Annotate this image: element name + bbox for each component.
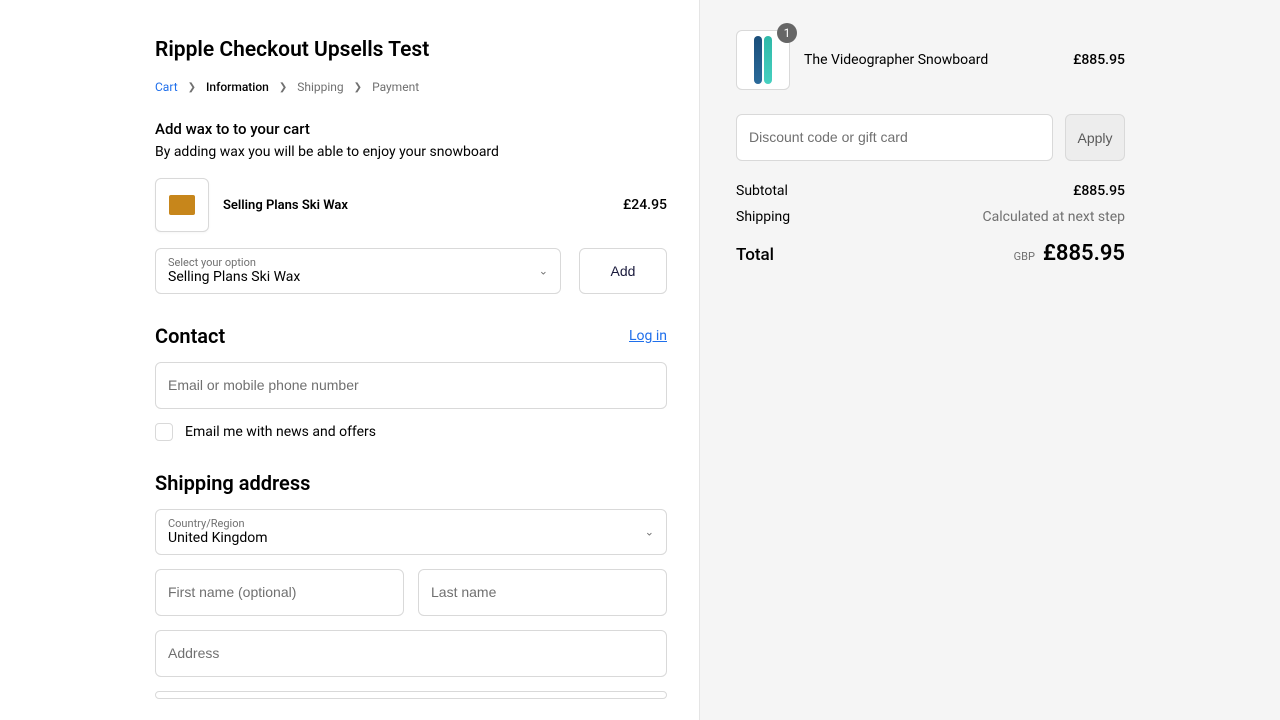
upsell-option-select[interactable]: Select your option Selling Plans Ski Wax…: [155, 248, 561, 294]
country-label: Country/Region: [168, 517, 654, 530]
upsell-subtitle: By adding wax you will be able to enjoy …: [155, 144, 699, 160]
upsell-select-value: Selling Plans Ski Wax: [168, 269, 548, 285]
add-button[interactable]: Add: [579, 248, 667, 294]
checkout-main: Ripple Checkout Upsells Test Cart ❯ Info…: [0, 0, 700, 720]
total-amount: £885.95: [1043, 241, 1125, 266]
news-offers-row: Email me with news and offers: [155, 423, 699, 441]
shipping-cost-row: Shipping Calculated at next step: [736, 209, 1125, 225]
quantity-badge: 1: [777, 23, 797, 43]
shipping-cost-value: Calculated at next step: [983, 209, 1125, 225]
upsell-product-price: £24.95: [623, 197, 667, 213]
breadcrumb-cart[interactable]: Cart: [155, 80, 178, 94]
chevron-right-icon: ❯: [354, 82, 362, 93]
cart-item-price: £885.95: [1073, 52, 1125, 68]
discount-field[interactable]: [749, 129, 1040, 145]
country-select[interactable]: Country/Region United Kingdom ⌄: [155, 509, 667, 555]
subtotal-value: £885.95: [1073, 183, 1125, 199]
cart-item: 1 The Videographer Snowboard £885.95: [736, 30, 1125, 90]
breadcrumb-shipping: Shipping: [297, 80, 343, 94]
last-name-field-wrapper: [418, 569, 667, 616]
cart-item-name: The Videographer Snowboard: [804, 52, 1059, 68]
chevron-down-icon: ⌄: [539, 265, 548, 278]
shipping-heading: Shipping address: [155, 471, 699, 495]
discount-field-wrapper: [736, 114, 1053, 161]
email-field-wrapper: [155, 362, 667, 409]
login-link[interactable]: Log in: [629, 328, 667, 344]
subtotal-row: Subtotal £885.95: [736, 183, 1125, 199]
apply-button[interactable]: Apply: [1065, 114, 1125, 161]
snowboard-icon: [764, 36, 772, 84]
email-field[interactable]: [168, 377, 654, 393]
chevron-right-icon: ❯: [279, 82, 287, 93]
page-title: Ripple Checkout Upsells Test: [155, 38, 699, 62]
last-name-field[interactable]: [431, 584, 654, 600]
snowboard-icon: [754, 36, 762, 84]
first-name-field-wrapper: [155, 569, 404, 616]
first-name-field[interactable]: [168, 584, 391, 600]
total-currency: GBP: [1014, 250, 1035, 263]
contact-heading: Contact: [155, 324, 225, 348]
address-field[interactable]: [168, 645, 654, 661]
breadcrumb-payment: Payment: [372, 80, 419, 94]
address-field-wrapper: [155, 630, 667, 677]
news-offers-label: Email me with news and offers: [185, 424, 376, 440]
cart-item-thumbnail: 1: [736, 30, 790, 90]
news-offers-checkbox[interactable]: [155, 423, 173, 441]
subtotal-label: Subtotal: [736, 183, 788, 199]
chevron-down-icon: ⌄: [645, 526, 654, 539]
total-row: Total GBP £885.95: [736, 241, 1125, 266]
order-summary: 1 The Videographer Snowboard £885.95 App…: [700, 0, 1280, 720]
country-value: United Kingdom: [168, 530, 654, 546]
upsell-select-label: Select your option: [168, 256, 548, 269]
upsell-title: Add wax to to your cart: [155, 120, 699, 138]
upsell-product-row: Selling Plans Ski Wax £24.95: [155, 178, 667, 232]
shipping-cost-label: Shipping: [736, 209, 790, 225]
wax-icon: [169, 195, 195, 215]
breadcrumb-information: Information: [206, 80, 269, 94]
upsell-product-name: Selling Plans Ski Wax: [223, 198, 609, 213]
upsell-thumbnail: [155, 178, 209, 232]
chevron-right-icon: ❯: [188, 82, 196, 93]
total-label: Total: [736, 245, 774, 265]
breadcrumb: Cart ❯ Information ❯ Shipping ❯ Payment: [155, 80, 699, 94]
next-field-peek: [155, 691, 667, 699]
